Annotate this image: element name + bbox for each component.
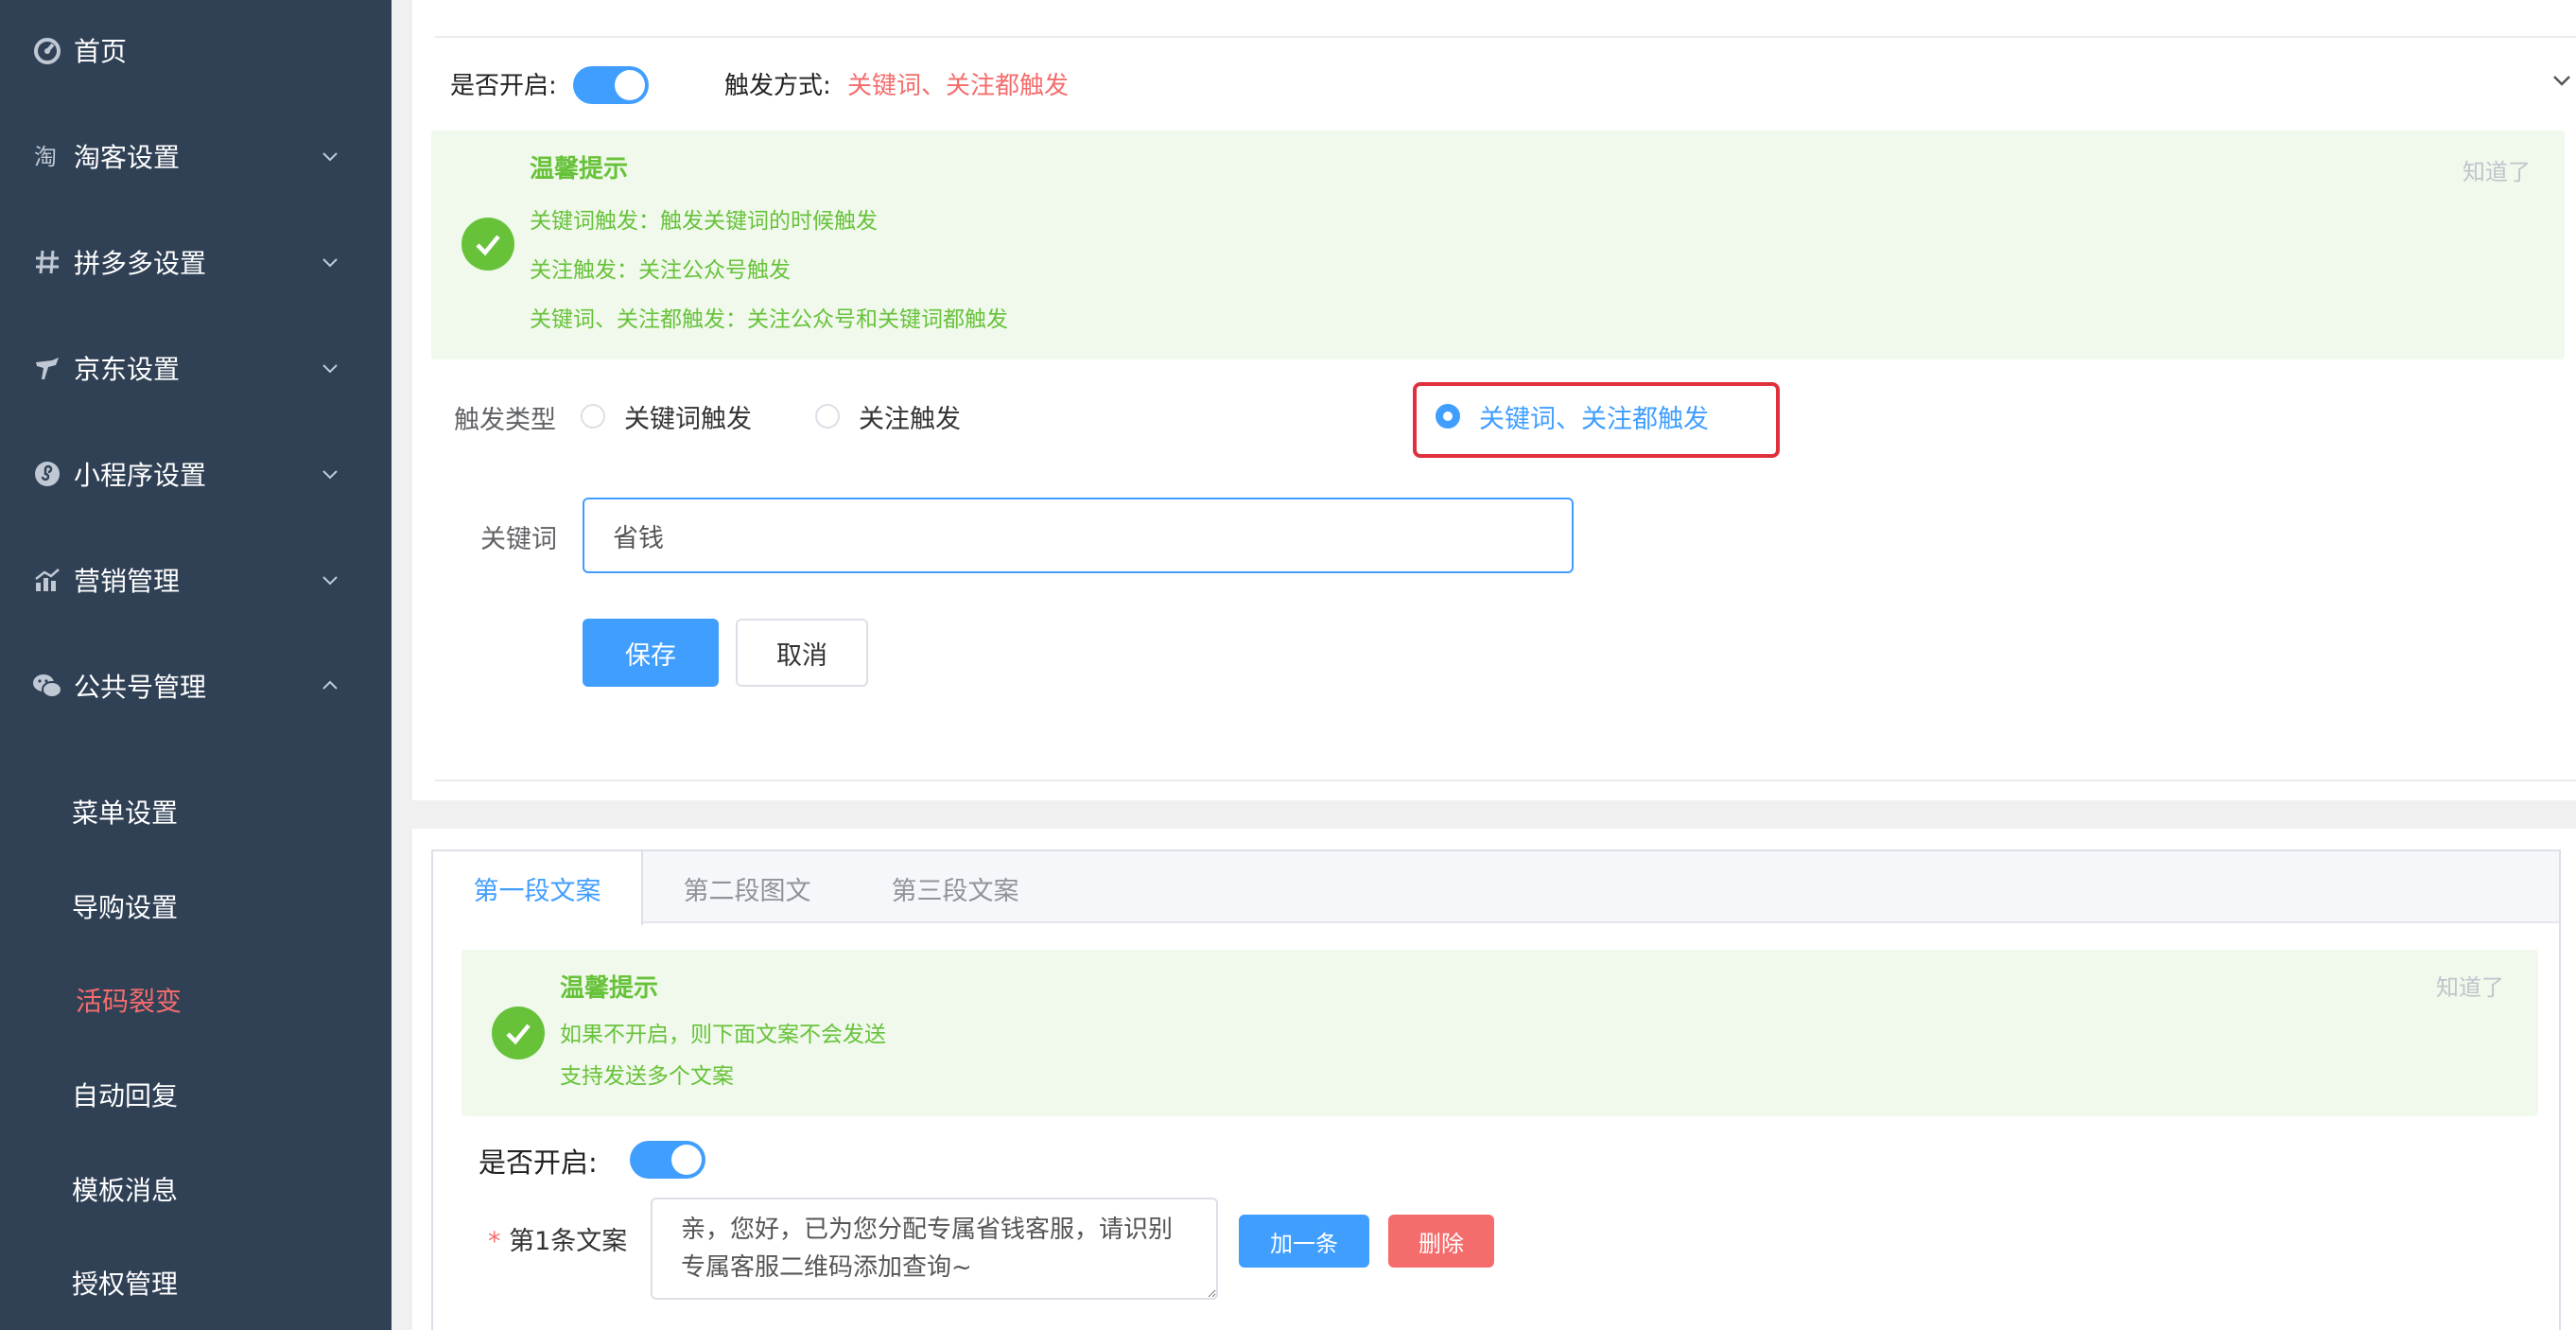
sidebar-subitem-label: 菜单设置 <box>72 797 179 829</box>
sidebar-subitem-authorization[interactable]: 授权管理 <box>0 1250 392 1316</box>
radio-both-trigger[interactable]: 关键词、关注都触发 <box>1436 397 1709 435</box>
sidebar-item-label: 营销管理 <box>74 566 181 597</box>
sidebar-item-pinduoduo[interactable]: 拼多多设置 <box>0 229 392 295</box>
chevron-down-icon <box>322 152 338 162</box>
sidebar-subitem-label: 导购设置 <box>72 892 179 923</box>
sidebar-item-home[interactable]: 首页 <box>0 17 392 83</box>
alert-line: 支持发送多个文案 <box>560 1064 734 1089</box>
sidebar-subitem-label: 自动回复 <box>72 1080 179 1111</box>
sidebar-subitem-menu-settings[interactable]: 菜单设置 <box>0 779 392 845</box>
chart-icon <box>32 565 62 595</box>
sidebar-subitem-auto-reply[interactable]: 自动回复 <box>0 1061 392 1128</box>
alert-close-link[interactable]: 知道了 <box>2436 969 2504 1002</box>
radio-dot[interactable] <box>1436 404 1460 429</box>
copy-settings-panel: 第一段文案 第二段图文 第三段文案 温馨提示 如果不开启，则下面文案不会发送 支… <box>412 829 2576 1330</box>
chevron-down-icon[interactable] <box>2550 68 2574 93</box>
jd-dog-icon <box>32 353 62 383</box>
add-copy-button[interactable]: 加一条 <box>1239 1215 1369 1268</box>
chevron-up-icon <box>322 680 338 690</box>
tab-second-image-text[interactable]: 第二段图文 <box>643 851 851 925</box>
sidebar-subitem-label: 模板消息 <box>72 1175 179 1206</box>
dashboard-icon <box>32 35 62 65</box>
trigger-settings-panel: 是否开启: 触发方式: 关键词、关注都触发 温馨提示 关键词触发：触发关键词的时… <box>412 0 2576 800</box>
chevron-down-icon <box>322 470 338 480</box>
hash-icon <box>32 247 62 277</box>
alert-line: 关键词、关注都触发：关注公众号和关键词都触发 <box>530 307 1008 332</box>
enabled-switch[interactable] <box>573 66 649 104</box>
check-circle-icon <box>461 218 514 271</box>
sidebar-subitem-live-code[interactable]: 活码裂变 <box>0 967 392 1033</box>
sidebar-item-jd[interactable]: 京东设置 <box>0 335 392 401</box>
svg-text:淘: 淘 <box>34 144 57 170</box>
enabled-label: 是否开启: <box>450 72 557 100</box>
sidebar-item-marketing[interactable]: 营销管理 <box>0 547 392 613</box>
copy-textarea[interactable]: 亲，您好，已为您分配专属省钱客服，请识别专属客服二维码添加查询~ <box>651 1198 1218 1300</box>
trigger-type-label: 触发类型 <box>454 406 556 435</box>
radio-label: 关注触发 <box>859 404 961 434</box>
alert-line: 如果不开启，则下面文案不会发送 <box>560 1023 886 1047</box>
sidebar-subitem-guide-settings[interactable]: 导购设置 <box>0 873 392 939</box>
alert-close-link[interactable]: 知道了 <box>2463 153 2531 186</box>
radio-dot[interactable] <box>815 404 840 429</box>
taobao-icon: 淘 <box>32 141 62 171</box>
sidebar-item-label: 京东设置 <box>74 354 181 385</box>
divider <box>435 779 2576 781</box>
enabled-label: 是否开启: <box>479 1146 598 1179</box>
keyword-input[interactable] <box>583 498 1574 573</box>
sidebar-item-official-account[interactable]: 公共号管理 <box>0 653 392 719</box>
chevron-down-icon <box>322 364 338 374</box>
copy-label-text: 第1条文案 <box>509 1227 628 1256</box>
enabled-switch[interactable] <box>630 1141 705 1179</box>
radio-follow-trigger[interactable]: 关注触发 <box>815 397 961 435</box>
save-button[interactable]: 保存 <box>583 619 719 687</box>
sidebar-item-taoke[interactable]: 淘 淘客设置 <box>0 123 392 189</box>
sidebar-item-label: 小程序设置 <box>74 460 207 491</box>
copy-label: * 第1条文案 <box>488 1220 627 1257</box>
wechat-icon <box>32 671 62 701</box>
alert-title: 温馨提示 <box>530 155 629 184</box>
sidebar-item-label: 淘客设置 <box>74 142 181 173</box>
radio-label: 关键词、关注都触发 <box>1479 404 1709 434</box>
sidebar-item-label: 公共号管理 <box>74 672 207 703</box>
check-circle-icon <box>492 1006 545 1059</box>
alert-line: 关注触发：关注公众号触发 <box>530 258 791 283</box>
radio-keyword-trigger[interactable]: 关键词触发 <box>581 397 752 435</box>
chevron-down-icon <box>322 576 338 586</box>
radio-dot[interactable] <box>581 404 605 429</box>
sidebar: 首页 淘 淘客设置 拼多多设置 京东设置 小程序设置 营销管理 公共号管理 菜单… <box>0 0 392 1330</box>
sidebar-subitem-label: 活码裂变 <box>76 986 183 1017</box>
chevron-down-icon <box>322 258 338 268</box>
tab-third-copy[interactable]: 第三段文案 <box>851 851 1059 925</box>
required-mark: * <box>488 1227 501 1256</box>
divider <box>435 36 2576 38</box>
delete-copy-button[interactable]: 删除 <box>1388 1215 1494 1268</box>
keyword-label: 关键词 <box>480 525 557 554</box>
sidebar-item-label: 拼多多设置 <box>74 248 207 279</box>
sidebar-subitem-label: 授权管理 <box>72 1269 179 1300</box>
alert-title: 温馨提示 <box>560 974 659 1003</box>
radio-label: 关键词触发 <box>624 404 752 434</box>
tabs-bar: 第一段文案 第二段图文 第三段文案 <box>433 851 2559 925</box>
sidebar-subitem-template-message[interactable]: 模板消息 <box>0 1156 392 1222</box>
sidebar-item-miniprogram[interactable]: 小程序设置 <box>0 441 392 507</box>
cancel-button[interactable]: 取消 <box>736 619 868 687</box>
tab-first-copy[interactable]: 第一段文案 <box>433 851 643 925</box>
trigger-label: 触发方式: <box>724 72 831 100</box>
tip-alert: 温馨提示 如果不开启，则下面文案不会发送 支持发送多个文案 知道了 <box>461 950 2538 1116</box>
alert-line: 关键词触发：触发关键词的时候触发 <box>530 209 878 234</box>
miniprogram-icon <box>32 459 62 489</box>
sidebar-item-label: 首页 <box>74 36 128 67</box>
panel-header[interactable]: 是否开启: 触发方式: 关键词、关注都触发 <box>450 62 2570 104</box>
tip-alert: 温馨提示 关键词触发：触发关键词的时候触发 关注触发：关注公众号触发 关键词、关… <box>431 131 2565 359</box>
trigger-value: 关键词、关注都触发 <box>847 72 1070 100</box>
tabs-container: 第一段文案 第二段图文 第三段文案 温馨提示 如果不开启，则下面文案不会发送 支… <box>431 849 2561 1330</box>
